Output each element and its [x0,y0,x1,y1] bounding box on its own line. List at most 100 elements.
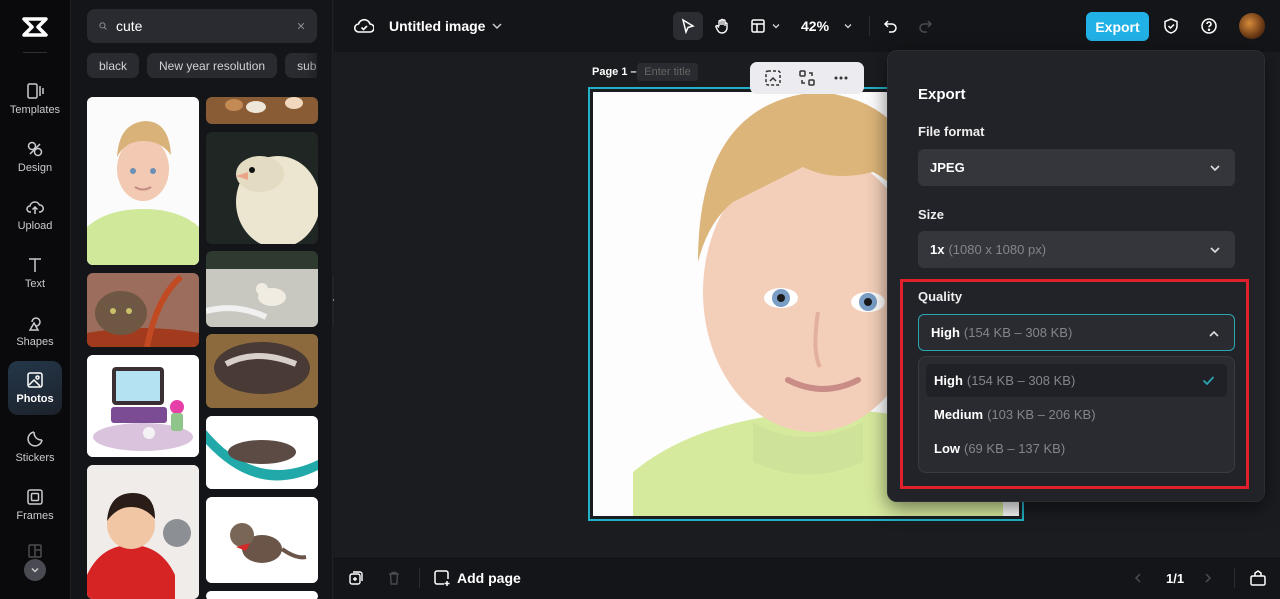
rail-item-upload[interactable]: Upload [8,188,62,242]
user-avatar[interactable] [1239,13,1265,39]
photo-sleeping-kitten-image [206,334,318,408]
select-tool-button[interactable] [673,12,703,40]
photo-thumb-baby[interactable] [87,465,199,599]
file-format-value: JPEG [930,160,965,175]
rail-label: Templates [9,104,61,116]
rail-item-design[interactable]: Design [8,130,62,184]
photo-thumb-kitten-hammock[interactable] [206,416,318,489]
photo-cats-tv-image [87,355,199,457]
help-button[interactable] [1198,12,1220,40]
search-input[interactable] [116,18,297,34]
more-options-icon[interactable] [832,69,850,87]
duplicate-page-icon[interactable] [348,570,364,586]
rail-item-photos[interactable]: Photos [8,361,62,415]
chevron-up-icon [1209,330,1219,337]
capcut-logo-icon[interactable] [20,14,50,40]
undo-button[interactable] [880,12,902,40]
quality-value: High [931,325,960,340]
hand-tool-button[interactable] [708,12,736,40]
help-icon [1201,18,1217,34]
delete-page-icon[interactable] [386,570,402,586]
pages-panel-icon[interactable] [1249,569,1267,587]
option-label: Medium [934,407,984,422]
chip[interactable]: New year resolution [147,53,278,78]
size-value: 1x [930,242,945,257]
replace-icon[interactable] [798,69,816,87]
page-title-input[interactable]: Enter title [637,63,698,81]
undo-icon [883,20,897,33]
photo-thumb-kitten-basket[interactable] [87,273,199,347]
photo-thumb-sleeping-kitten[interactable] [206,334,318,408]
photo-thumb-chick[interactable] [206,132,318,244]
chevron-down-icon [772,24,779,29]
top-bar: Untitled image 42% Export [334,0,1280,52]
photo-thumb-boy[interactable] [87,97,199,265]
photo-chick-image [206,132,318,244]
photo-dog-beach-image [206,251,318,327]
quality-option-medium[interactable]: Medium (103 KB – 206 KB) [926,398,1227,431]
quality-detail: (154 KB – 308 KB) [963,325,1073,340]
left-rail: Templates Design Upload Text Shapes Phot… [0,0,71,599]
photo-kitten-basket-image [87,273,199,347]
bottom-divider [1234,568,1235,588]
stickers-icon [27,431,43,447]
add-page-icon [434,570,450,586]
document-title[interactable]: Untitled image [389,18,485,34]
rail-label: Design [17,162,53,174]
prev-page-icon[interactable] [1132,572,1144,584]
redo-button[interactable] [914,12,936,40]
export-panel: Export File format JPEG Size 1x (1080 x … [887,50,1265,502]
add-page-button[interactable]: Add page [433,569,521,587]
quality-option-low[interactable]: Low (69 KB – 137 KB) [926,432,1227,465]
rail-item-frames[interactable]: Frames [8,478,62,532]
photo-thumb-eggs[interactable] [206,97,318,124]
zoom-dropdown-button[interactable] [840,12,856,40]
file-format-select[interactable]: JPEG [918,149,1235,186]
pointer-icon [681,18,695,34]
smart-crop-icon[interactable] [764,69,782,87]
upload-icon [26,201,44,214]
rail-divider [23,52,47,53]
option-detail: (103 KB – 206 KB) [987,407,1096,422]
rail-label: Text [24,278,46,290]
chip[interactable]: black [87,53,140,78]
security-button[interactable] [1160,12,1182,40]
chip[interactable]: subs [285,53,317,78]
add-page-label: Add page [457,570,521,586]
rail-item-templates[interactable]: Templates [8,72,62,126]
photo-thumb-cats-tv[interactable] [87,355,199,457]
rail-label: Stickers [15,452,55,464]
quality-select[interactable]: High (154 KB – 308 KB) [918,314,1235,351]
photo-thumb-kitten-bow[interactable] [206,497,318,583]
size-label: Size [918,207,945,222]
photo-baby-image [87,465,199,599]
rail-item-text[interactable]: Text [8,246,62,300]
shield-check-icon [1164,18,1178,34]
search-box[interactable] [87,9,317,43]
rail-item-stickers[interactable]: Stickers [8,420,62,474]
layout-icon [750,19,765,33]
zoom-level[interactable]: 42% [801,18,829,34]
option-detail: (69 KB – 137 KB) [964,441,1066,456]
cloud-saved-icon [354,18,374,33]
text-icon [29,258,41,272]
file-format-label: File format [918,124,985,139]
suggestion-chips: black New year resolution subs [87,53,317,78]
photo-thumb-partial[interactable] [206,591,318,599]
chevron-down-icon [844,24,852,29]
photo-kitten-hammock-image [206,416,318,489]
next-page-icon[interactable] [1202,572,1214,584]
toolbar-divider [869,16,870,36]
rail-label: Frames [16,510,54,522]
photo-thumb-dog-beach[interactable] [206,251,318,327]
size-select[interactable]: 1x (1080 x 1080 px) [918,231,1235,268]
page-label: Page 1 – [592,66,637,78]
layout-menu-button[interactable] [746,12,784,40]
clear-search-icon[interactable] [297,19,305,33]
layout-icon [28,544,42,558]
export-button[interactable]: Export [1086,12,1149,41]
rail-more-button[interactable] [24,559,46,581]
quality-option-high[interactable]: High (154 KB – 308 KB) [926,364,1227,397]
chevron-down-icon[interactable] [491,20,503,32]
rail-item-shapes[interactable]: Shapes [8,304,62,358]
